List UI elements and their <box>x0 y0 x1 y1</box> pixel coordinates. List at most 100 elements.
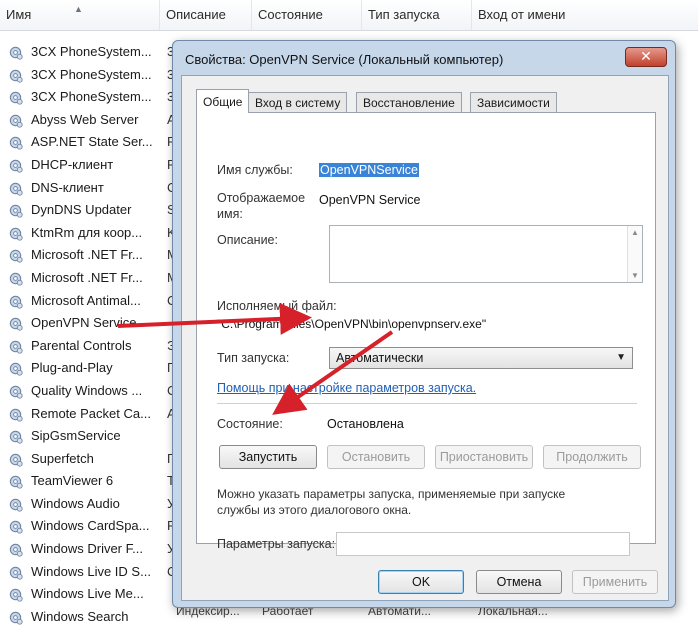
service-row[interactable]: 3CX PhoneSystem... 3 <box>0 86 180 109</box>
service-name: KtmRm для коор... <box>31 224 143 240</box>
service-row[interactable]: Quality Windows ...C <box>0 380 180 403</box>
display-name-value[interactable]: OpenVPN Service <box>319 193 420 207</box>
exe-label: Исполняемый файл: <box>217 299 337 313</box>
service-name: Microsoft Antimal... <box>31 292 141 308</box>
tab-dependencies[interactable]: Зависимости <box>470 92 557 112</box>
gear-icon <box>9 317 23 331</box>
service-row[interactable]: Windows Driver F...У <box>0 538 180 561</box>
status-value: Остановлена <box>327 417 404 431</box>
service-row[interactable]: Plug-and-PlayП <box>0 357 180 380</box>
service-row[interactable]: SuperfetchП <box>0 448 180 471</box>
tab-recovery[interactable]: Восстановление <box>356 92 462 112</box>
startup-type-select[interactable]: Автоматически ▼ <box>329 347 633 369</box>
service-name: Microsoft .NET Fr... <box>31 247 143 263</box>
gear-icon <box>9 385 23 399</box>
service-row[interactable]: 3CX PhoneSystem... 3 <box>0 41 180 64</box>
display-name-label-line1: Отображаемое <box>217 191 306 205</box>
gear-icon <box>9 295 23 309</box>
status-label: Состояние: <box>217 417 283 431</box>
service-row[interactable]: DNS-клиентC <box>0 177 180 200</box>
cancel-button[interactable]: Отмена <box>476 570 562 594</box>
hint-line1: Можно указать параметры запуска, применя… <box>217 487 566 501</box>
service-row[interactable]: Microsoft .NET Fr...M <box>0 267 180 290</box>
start-params-input[interactable] <box>336 532 630 556</box>
service-name: TeamViewer 6 <box>31 473 114 489</box>
scroll-down-icon[interactable]: ▼ <box>631 271 639 280</box>
service-name: Windows CardSpa... <box>31 518 150 534</box>
service-row[interactable]: OpenVPN Service <box>0 312 180 335</box>
description-box[interactable]: ▲ ▼ <box>329 225 643 283</box>
tab-general[interactable]: Общие <box>196 89 250 113</box>
service-row[interactable]: SipGsmService <box>0 425 180 448</box>
service-row[interactable]: Windows Search <box>0 606 180 628</box>
description-label: Описание: <box>217 233 278 247</box>
start-button[interactable]: Запустить <box>219 445 317 469</box>
service-name: Microsoft .NET Fr... <box>31 269 143 285</box>
service-name: 3CX PhoneSystem... <box>31 66 152 82</box>
column-name[interactable]: Имя ▲ <box>0 0 160 30</box>
exe-path: "C:\Program Files\OpenVPN\bin\openvpnser… <box>217 317 487 331</box>
services-list: 3CX PhoneSystem... 3 3CX PhoneSystem... 3 3C… <box>0 41 180 628</box>
service-name: ASP.NET State Ser... <box>31 134 153 150</box>
service-row[interactable]: Windows Live ID S...C <box>0 561 180 584</box>
column-description[interactable]: Описание <box>160 0 252 30</box>
service-name-value[interactable]: OpenVPNService <box>319 163 419 177</box>
gear-icon <box>9 408 23 422</box>
service-name: OpenVPN Service <box>31 315 137 331</box>
resume-button[interactable]: Продолжить <box>543 445 641 469</box>
description-scrollbar[interactable]: ▲ ▼ <box>627 226 642 282</box>
dialog-titlebar[interactable]: Свойства: OpenVPN Service (Локальный ком… <box>173 41 675 75</box>
service-name: Plug-and-Play <box>31 360 113 376</box>
gear-icon <box>9 69 23 83</box>
service-row[interactable]: TeamViewer 6T <box>0 470 180 493</box>
startup-help-link[interactable]: Помощь при настройке параметров запуска. <box>217 381 476 395</box>
service-name: Windows Live ID S... <box>31 563 151 579</box>
service-name: SipGsmService <box>31 428 121 444</box>
service-name: DynDNS Updater <box>31 202 132 218</box>
chevron-down-icon: ▼ <box>616 352 626 363</box>
service-row[interactable]: DynDNS UpdaterS <box>0 199 180 222</box>
column-name-label: Имя <box>6 7 32 22</box>
gear-icon <box>9 453 23 467</box>
close-button[interactable]: ✕ <box>625 47 667 67</box>
gear-icon <box>9 521 23 535</box>
service-row[interactable]: Microsoft Antimal...C <box>0 290 180 313</box>
service-row[interactable]: Parental ControlsЭ <box>0 335 180 358</box>
hint-line2: службы из этого диалогового окна. <box>217 503 412 517</box>
service-row[interactable]: ASP.NET State Ser...P <box>0 131 180 154</box>
sort-arrow-icon: ▲ <box>74 4 83 14</box>
params-label: Параметры запуска: <box>217 537 336 551</box>
apply-button[interactable]: Применить <box>572 570 658 594</box>
gear-icon <box>9 46 23 60</box>
service-row[interactable]: Windows Live Me... <box>0 583 180 606</box>
startup-type-label: Тип запуска: <box>217 351 290 365</box>
service-row[interactable]: 3CX PhoneSystem... 3 <box>0 64 180 87</box>
service-name: Remote Packet Ca... <box>31 405 151 421</box>
service-name: DHCP-клиент <box>31 156 114 172</box>
startup-type-value: Автоматически <box>336 351 424 365</box>
service-row[interactable]: Remote Packet Ca...A <box>0 403 180 426</box>
service-name-text: OpenVPNService <box>319 163 419 177</box>
column-logon[interactable]: Вход от имени <box>472 0 698 30</box>
service-row[interactable]: KtmRm для коор...K <box>0 222 180 245</box>
service-row[interactable]: Windows AudioУ <box>0 493 180 516</box>
stop-button[interactable]: Остановить <box>327 445 425 469</box>
ok-button[interactable]: OK <box>378 570 464 594</box>
service-name: 3CX PhoneSystem... <box>31 89 152 105</box>
service-name: 3CX PhoneSystem... <box>31 44 152 59</box>
pause-button[interactable]: Приостановить <box>435 445 533 469</box>
service-row[interactable]: Windows CardSpa...P <box>0 515 180 538</box>
gear-icon <box>9 182 23 196</box>
tab-logon[interactable]: Вход в систему <box>248 92 348 112</box>
gear-icon <box>9 589 23 602</box>
gear-icon <box>9 363 23 376</box>
service-row[interactable]: Microsoft .NET Fr...M <box>0 244 180 267</box>
service-row[interactable]: Abyss Web ServerA <box>0 109 180 132</box>
service-name: Windows Driver F... <box>31 541 143 557</box>
gear-icon <box>9 272 23 286</box>
column-state[interactable]: Состояние <box>252 0 362 30</box>
scroll-up-icon[interactable]: ▲ <box>631 228 639 237</box>
column-startup-type[interactable]: Тип запуска <box>362 0 472 30</box>
service-row[interactable]: DHCP-клиентP <box>0 154 180 177</box>
gear-icon <box>9 476 23 489</box>
